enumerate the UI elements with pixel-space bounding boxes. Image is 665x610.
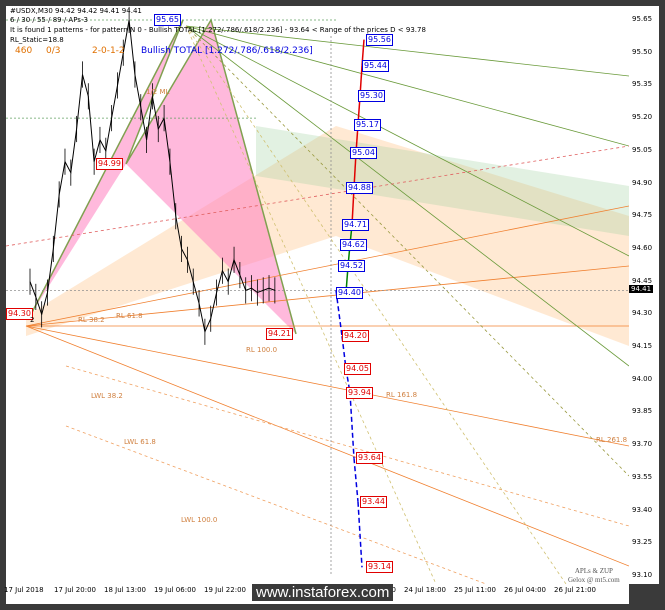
x-tick-label: 18 Jul 13:00 bbox=[104, 586, 146, 594]
fib-label: 1/2 ML bbox=[146, 88, 170, 96]
y-tick-label: 94.75 bbox=[632, 211, 653, 220]
price-chart[interactable] bbox=[6, 6, 629, 584]
x-tick-label: 19 Jul 22:00 bbox=[204, 586, 246, 594]
plot-area: #USDX,M30 94.42 94.42 94.41 94.41 6 / 30… bbox=[6, 6, 629, 584]
pattern-title: Bullish TOTAL [1.272/.786/.618/2.236] bbox=[141, 46, 313, 56]
upper-target-label: 94.88 bbox=[346, 181, 373, 194]
x-tick-label: 24 Jul 18:00 bbox=[404, 586, 446, 594]
y-tick-label: 95.05 bbox=[632, 145, 653, 154]
x-tick-label: 17 Jul 2018 bbox=[4, 586, 44, 594]
y-tick-label: 95.50 bbox=[632, 47, 653, 56]
lower-target-label: 93.44 bbox=[360, 495, 387, 508]
bear-projection-segment bbox=[357, 501, 363, 568]
fib-label: RL 100.0 bbox=[246, 346, 278, 354]
y-tick-label: 93.40 bbox=[632, 505, 653, 514]
chart-frame: #USDX,M30 94.42 94.42 94.41 94.41 6 / 30… bbox=[0, 0, 665, 610]
y-tick-label: 95.65 bbox=[632, 15, 653, 23]
lower-target-label: 94.20 bbox=[342, 330, 369, 343]
upper-target-label: 95.30 bbox=[358, 90, 385, 103]
x-tick-label: 26 Jul 21:00 bbox=[554, 586, 596, 594]
count-b: 0/3 bbox=[46, 46, 61, 56]
upper-target-label: 95.56 bbox=[366, 33, 393, 46]
y-tick-label: 94.15 bbox=[632, 342, 653, 351]
credit-line2: Gelox @ mt5.com bbox=[568, 576, 620, 584]
y-tick-label: 94.90 bbox=[632, 178, 653, 187]
fib-label: RL 161.8 bbox=[386, 391, 418, 399]
fib-label: LWL 100.0 bbox=[181, 516, 218, 524]
fib-label: RL 38.2 bbox=[78, 316, 105, 324]
x-tick-label: 26 Jul 04:00 bbox=[504, 586, 546, 594]
d-point-label: 94.21 bbox=[266, 327, 293, 340]
upper-target-label: 95.44 bbox=[362, 59, 389, 72]
pitchfork-point-label: 2 bbox=[30, 316, 35, 324]
a-point-label: 95.65 bbox=[154, 14, 181, 26]
y-tick-label: 93.25 bbox=[632, 538, 653, 547]
y-tick-label: 95.20 bbox=[632, 113, 653, 122]
upper-target-label: 95.17 bbox=[354, 118, 381, 131]
count-a: 460 bbox=[15, 46, 33, 56]
y-tick-label: 95.35 bbox=[632, 80, 653, 89]
y-tick-label: 94.45 bbox=[632, 276, 653, 285]
fib-label: LWL 38.2 bbox=[91, 392, 123, 400]
count-c: 2-0-1-2 bbox=[92, 46, 125, 56]
upper-target-label: 94.71 bbox=[342, 218, 369, 231]
fib-label: LWL 61.8 bbox=[124, 438, 156, 446]
upper-target-label: 94.40 bbox=[336, 286, 363, 299]
upper-target-label: 95.04 bbox=[350, 147, 377, 159]
y-tick-label: 94.60 bbox=[632, 243, 653, 252]
credit-line1: APLs & ZUP bbox=[574, 567, 613, 575]
lower-target-label: 93.64 bbox=[356, 452, 383, 465]
y-tick-label: 93.10 bbox=[632, 571, 653, 579]
channel-line bbox=[25, 325, 629, 567]
y-tick-label: 93.70 bbox=[632, 440, 653, 449]
x-tick-label: 25 Jul 11:00 bbox=[454, 586, 496, 594]
credit: APLs & ZUP Gelox @ mt5.com bbox=[568, 567, 620, 584]
bear-projection-segment bbox=[349, 392, 355, 459]
x-tick-label: 17 Jul 20:00 bbox=[54, 586, 96, 594]
symbol-line: #USDX,M30 94.42 94.42 94.41 94.41 bbox=[10, 7, 142, 15]
y-tick-label: 94.00 bbox=[632, 374, 653, 383]
upper-target-label: 94.62 bbox=[340, 238, 367, 251]
fib-label: RL 61.8 bbox=[116, 312, 143, 320]
channel-line bbox=[25, 325, 629, 447]
current-price-marker: 94.41 bbox=[629, 285, 654, 294]
y-tick-label: 94.30 bbox=[632, 309, 653, 318]
channel-line bbox=[185, 25, 437, 584]
params-line: 6 / 30 / 55 / 89 / APs-3 bbox=[10, 16, 88, 24]
channel-line bbox=[185, 25, 629, 147]
x-tick-label: 19 Jul 06:00 bbox=[154, 586, 196, 594]
bear-projection-segment bbox=[353, 458, 359, 502]
channel-line bbox=[65, 425, 487, 584]
watermark: www.instaforex.com bbox=[252, 584, 394, 601]
static-line: RL_Static=18.8 bbox=[10, 36, 64, 44]
lower-target-label: 93.94 bbox=[346, 386, 373, 399]
y-tick-label: 93.85 bbox=[632, 407, 653, 416]
y-tick-label: 93.55 bbox=[632, 472, 653, 481]
b-point-label: 94.99 bbox=[96, 157, 123, 170]
pattern-line: It is found 1 patterns - for pattern N 0… bbox=[10, 26, 426, 34]
x-point-label: 94.30 bbox=[6, 308, 33, 321]
lower-target-label: 94.05 bbox=[344, 362, 371, 375]
lower-target-label: 93.14 bbox=[366, 561, 393, 574]
y-axis: 95.65 95.50 95.35 95.20 95.05 94.90 94.75 94.60… bbox=[629, 6, 659, 584]
upper-target-label: 94.52 bbox=[338, 260, 365, 273]
fib-label: RL 261.8 bbox=[596, 436, 628, 444]
